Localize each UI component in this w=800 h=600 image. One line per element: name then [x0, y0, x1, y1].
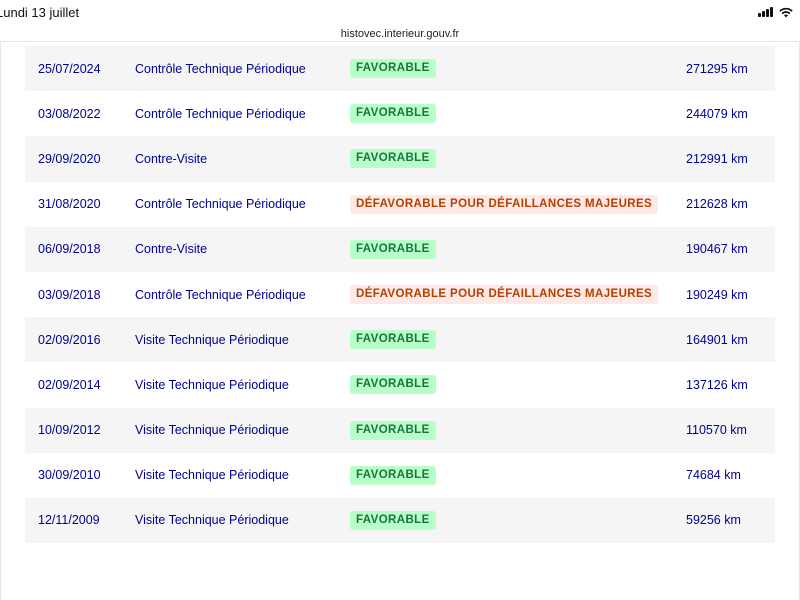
technical-inspection-history-table: 25/07/2024 Contrôle Technique Périodique F… — [25, 46, 775, 544]
inspection-date: 30/09/2010 — [38, 468, 101, 483]
inspection-type: Visite Technique Périodique — [135, 423, 289, 438]
inspection-type: Contre-Visite — [135, 242, 208, 257]
inspection-type: Visite Technique Périodique — [135, 513, 289, 528]
result-badge: FAVORABLE — [350, 104, 436, 124]
result-badge: DÉFAVORABLE POUR DÉFAILLANCES MAJEURES — [350, 285, 659, 305]
inspection-date: 02/09/2014 — [38, 377, 101, 392]
mileage: 59256 km — [686, 513, 741, 528]
inspection-date: 29/09/2020 — [38, 151, 101, 166]
inspection-result-cell: FAVORABLE — [350, 149, 436, 169]
result-badge: FAVORABLE — [350, 59, 436, 79]
url-text[interactable]: histovec.interieur.gouv.fr — [341, 28, 459, 40]
inspection-result-cell: FAVORABLE — [350, 239, 436, 259]
mileage: 244079 km — [686, 106, 748, 121]
result-badge: FAVORABLE — [350, 510, 436, 530]
mileage: 271295 km — [686, 61, 748, 76]
inspection-date: 25/07/2024 — [38, 61, 101, 76]
table-row: 03/09/2018 Contrôle Technique Périodique D… — [25, 271, 775, 318]
result-badge: FAVORABLE — [350, 149, 436, 169]
inspection-result-cell: DÉFAVORABLE POUR DÉFAILLANCES MAJEURES — [350, 285, 659, 305]
inspection-type: Contrôle Technique Périodique — [135, 106, 306, 121]
inspection-date: 03/08/2022 — [38, 106, 101, 121]
inspection-type: Contrôle Technique Périodique — [135, 61, 306, 76]
table-row: 29/09/2020 Contre-Visite FAVORABLE 212991 k… — [25, 136, 775, 182]
inspection-date: 31/08/2020 — [38, 197, 101, 212]
inspection-result-cell: FAVORABLE — [350, 510, 436, 530]
inspection-result-cell: FAVORABLE — [350, 104, 436, 124]
result-badge: FAVORABLE — [350, 239, 436, 259]
inspection-date: 10/09/2012 — [38, 423, 101, 438]
table-row: 03/08/2022 Contrôle Technique Périodique F… — [25, 91, 775, 137]
result-badge: FAVORABLE — [350, 330, 436, 350]
inspection-type: Contrôle Technique Périodique — [135, 197, 306, 212]
inspection-date: 02/09/2016 — [38, 332, 101, 347]
inspection-type: Contre-Visite — [135, 151, 208, 166]
status-bar: Lundi 13 juillet 9 — [0, 0, 800, 24]
table-row: 02/09/2016 Visite Technique Périodique FAV… — [25, 317, 775, 363]
table-row: 30/09/2010 Visite Technique Périodique FAV… — [25, 452, 775, 498]
inspection-result-cell: FAVORABLE — [350, 59, 436, 79]
table-row: 06/09/2018 Contre-Visite FAVORABLE 190467 k… — [25, 226, 775, 272]
inspection-type: Visite Technique Périodique — [135, 332, 289, 347]
screen: Lundi 13 juillet 9 histovec.interieur.go… — [0, 0, 800, 600]
mileage: 212628 km — [686, 197, 748, 212]
cellular-signal-icon — [758, 7, 774, 17]
inspection-date: 06/09/2018 — [38, 242, 101, 257]
inspection-date: 03/09/2018 — [38, 287, 101, 302]
table-row: 12/11/2009 Visite Technique Périodique FAV… — [25, 497, 775, 544]
inspection-date: 12/11/2009 — [38, 513, 100, 528]
inspection-result-cell: FAVORABLE — [350, 465, 436, 485]
inspection-result-cell: FAVORABLE — [350, 420, 436, 440]
result-badge: FAVORABLE — [350, 420, 436, 440]
mileage: 137126 km — [686, 377, 748, 392]
mileage: 164901 km — [686, 332, 748, 347]
result-badge: DÉFAVORABLE POUR DÉFAILLANCES MAJEURES — [350, 194, 659, 214]
table-row: 02/09/2014 Visite Technique Périodique FAV… — [25, 362, 775, 408]
mileage: 74684 km — [686, 468, 741, 483]
status-date: Lundi 13 juillet — [0, 5, 80, 20]
mileage: 190467 km — [686, 242, 748, 257]
result-badge: FAVORABLE — [350, 375, 436, 395]
status-icons: 9 — [758, 5, 800, 19]
table-row: 25/07/2024 Contrôle Technique Périodique F… — [25, 46, 775, 92]
mileage: 212991 km — [686, 151, 748, 166]
result-badge: FAVORABLE — [350, 465, 436, 485]
table-row: 10/09/2012 Visite Technique Périodique FAV… — [25, 407, 775, 453]
inspection-type: Visite Technique Périodique — [135, 377, 289, 392]
inspection-result-cell: FAVORABLE — [350, 330, 436, 350]
table-row: 31/08/2020 Contrôle Technique Périodique D… — [25, 181, 775, 227]
inspection-type: Contrôle Technique Périodique — [135, 287, 306, 302]
inspection-type: Visite Technique Périodique — [135, 468, 289, 483]
inspection-result-cell: DÉFAVORABLE POUR DÉFAILLANCES MAJEURES — [350, 194, 659, 214]
mileage: 190249 km — [686, 287, 748, 302]
inspection-result-cell: FAVORABLE — [350, 375, 436, 395]
wifi-icon — [779, 7, 794, 17]
address-bar[interactable]: histovec.interieur.gouv.fr — [0, 24, 800, 42]
mileage: 110570 km — [686, 423, 747, 438]
